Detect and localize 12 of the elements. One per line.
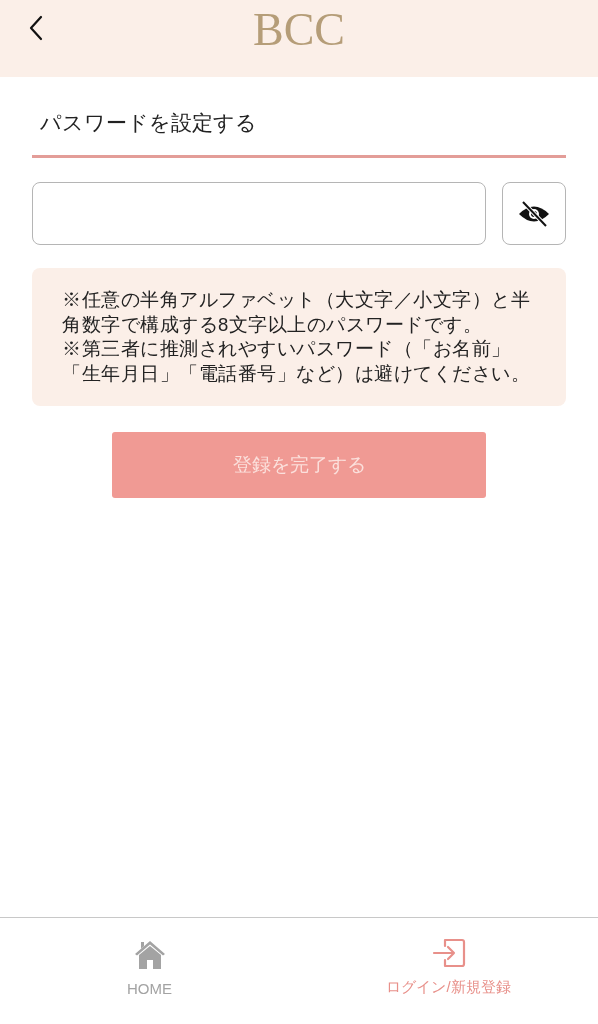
- back-icon: [29, 15, 43, 41]
- toggle-visibility-button[interactable]: [502, 182, 566, 245]
- tab-bar-item[interactable]: ログイン/新規登録: [299, 918, 598, 1024]
- note-text: ※第三者に推測されやすいパスワード（「お名前」「生年月日」「電話番号」など）は避けてください。: [62, 337, 531, 386]
- password-field[interactable]: [32, 182, 486, 245]
- section-title: パスワードを設定する: [39, 110, 258, 136]
- logo: BCC: [252, 6, 345, 53]
- login-icon: [431, 938, 466, 968]
- home-icon: [133, 938, 166, 970]
- eye-slash-icon: [517, 200, 551, 227]
- note-text: ※任意の半角アルファベット（大文字／小文字）と半角数字で構成する8文字以上のパスワードです。: [62, 288, 531, 337]
- tab-bar-item[interactable]: HOME: [0, 918, 299, 1024]
